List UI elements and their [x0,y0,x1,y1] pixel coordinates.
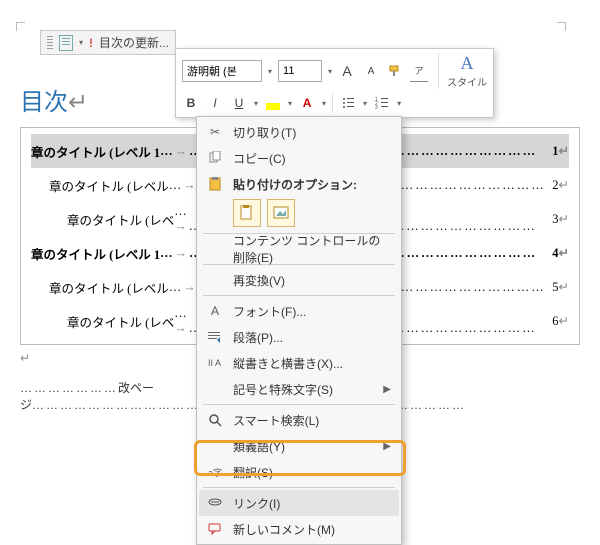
text-direction-icon: IIA [207,356,223,370]
pilcrow-icon: ↵ [559,177,569,193]
font-icon: A [207,304,223,318]
toc-text: 章のタイトル (レベル 1 [31,142,160,161]
menu-font[interactable]: A フォント(F)... [199,298,399,324]
clipboard-icon [207,177,223,191]
menu-cut[interactable]: ✂ 切り取り(T) [199,119,399,145]
toc-text: 章のタイトル (レベ [67,210,174,229]
paste-keep-formatting-button[interactable] [233,199,261,227]
chevron-down-icon[interactable]: ▾ [79,38,83,47]
copy-icon [207,151,223,165]
menu-new-comment[interactable]: 新しいコメント(M) [199,516,399,542]
menu-copy[interactable]: コピー(C) [199,145,399,171]
pilcrow-icon: ↵ [559,279,569,295]
toc-page: 2 [548,178,558,193]
toc-toolbar: ▾ ! 目次の更新... [40,30,176,55]
menu-symbols[interactable]: 記号と特殊文字(S) ▶ [199,376,399,402]
toc-text: 章のタイトル (レベ [67,312,174,331]
pilcrow-icon: ↵ [559,313,569,329]
search-icon [207,413,223,427]
menu-text-direction[interactable]: IIA 縦書きと横書き(X)... [199,350,399,376]
toc-icon[interactable] [59,35,73,51]
menu-translate[interactable]: a字 翻訳(S) [199,459,399,485]
paste-options-row [199,197,399,231]
separator [203,487,395,488]
context-menu: ✂ 切り取り(T) コピー(C) 貼り付けのオプション: コンテンツ コントロー… [196,116,402,545]
svg-text:A: A [215,358,221,368]
menu-delete-content-control[interactable]: コンテンツ コントロールの削除(E) [199,236,399,262]
toc-text: 章のタイトル (レベル [49,176,169,195]
chevron-right-icon: ▶ [383,384,391,395]
toc-page: 4 [548,246,558,261]
grip-icon [47,36,53,50]
comment-icon [207,522,223,536]
menu-smart-lookup[interactable]: スマート検索(L) [199,407,399,433]
chevron-down-icon[interactable]: ▾ [268,67,272,76]
toc-page: 3 [548,212,558,227]
separator [203,404,395,405]
pilcrow-icon: ↵ [559,245,569,261]
toc-text: 章のタイトル (レベル [49,278,169,297]
toc-page: 5 [548,280,558,295]
paragraph-icon [207,331,223,343]
scissors-icon: ✂ [207,125,223,139]
menu-synonyms[interactable]: 類義語(Y) ▶ [199,433,399,459]
link-icon [207,496,223,510]
translate-icon: a字 [207,466,223,479]
menu-paste-header: 貼り付けのオプション: [199,171,399,197]
pilcrow-icon: ↵ [559,143,569,159]
menu-link[interactable]: リンク(I) [199,490,399,516]
chevron-right-icon: ▶ [383,441,391,452]
chevron-down-icon[interactable]: ▾ [328,67,332,76]
pilcrow-icon: ↵ [559,211,569,227]
update-toc-button[interactable]: 目次の更新... [99,34,169,51]
toc-text: 章のタイトル (レベル 1 [31,244,160,263]
svg-text:II: II [208,358,213,368]
toc-page: 6 [548,314,558,329]
refresh-icon[interactable]: ! [89,36,93,50]
toc-page: 1 [548,144,558,159]
separator [203,295,395,296]
menu-paragraph[interactable]: 段落(P)... [199,324,399,350]
paste-picture-button[interactable] [267,199,295,227]
menu-reconvert[interactable]: 再変換(V) [199,267,399,293]
